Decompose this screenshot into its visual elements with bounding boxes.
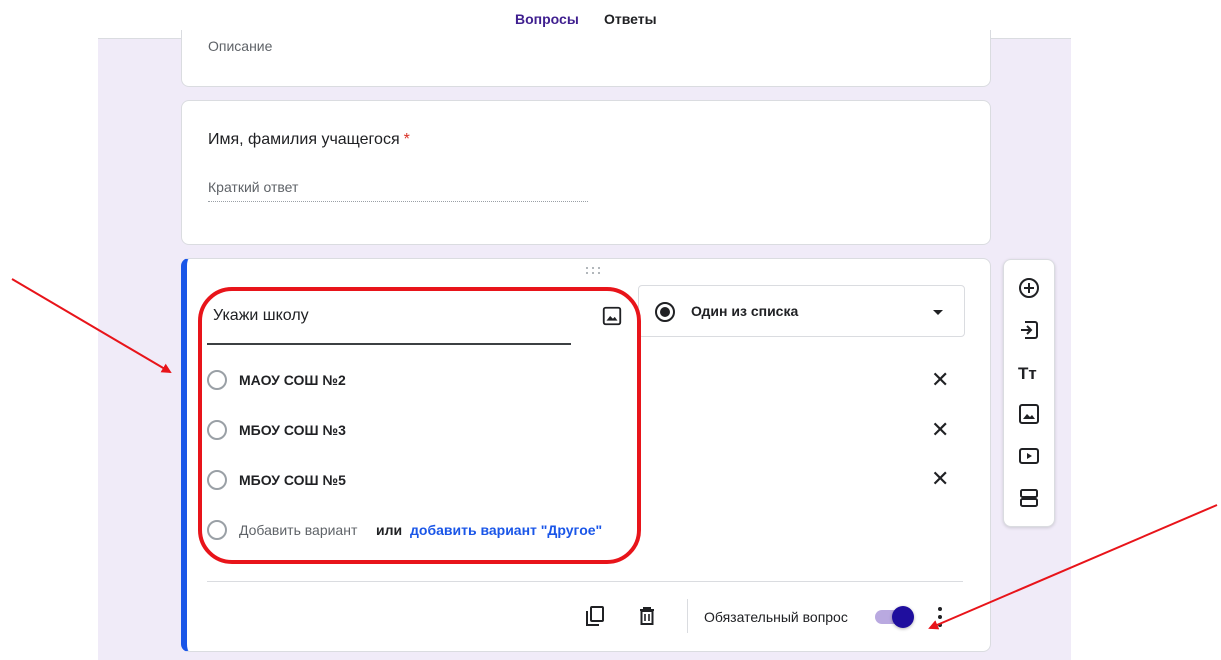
annotation-arrows <box>11 278 1218 630</box>
form-editor: Вопросы Ответы Описание Имя, фамилия уча… <box>0 0 1221 660</box>
annotation-arrow-left <box>11 278 172 374</box>
annotation-arrow-right <box>928 504 1218 630</box>
